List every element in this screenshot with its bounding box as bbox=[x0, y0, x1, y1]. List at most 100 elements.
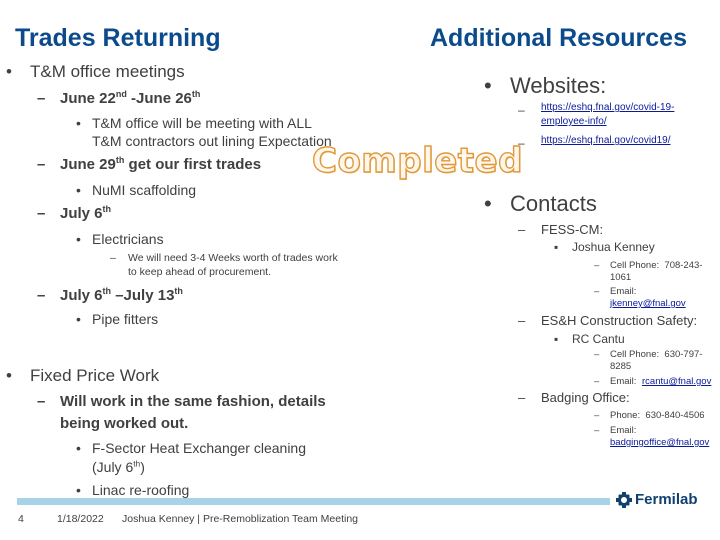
text: June 29 bbox=[60, 156, 116, 173]
footer-date: 1/18/2022 bbox=[57, 513, 104, 525]
fixed-price-line1: Will work in the same fashion, details bbox=[60, 393, 326, 410]
fermilab-logo: Fermilab bbox=[616, 491, 698, 508]
dash-icon: – bbox=[594, 286, 600, 297]
electricians-note-line2: to keep ahead of procurement. bbox=[128, 266, 272, 278]
meeting-note-line1: T&M office will be meeting with ALL bbox=[92, 115, 312, 131]
electricians: Electricians bbox=[92, 231, 164, 247]
joshua-kenney: Joshua Kenney bbox=[572, 240, 655, 254]
link-text[interactable]: https://eshq.fnal.gov/covid19/ bbox=[541, 135, 671, 146]
text: July 6 bbox=[60, 205, 103, 222]
dash-icon: – bbox=[37, 287, 46, 304]
date-july-6-13: July 6th –July 13th bbox=[60, 286, 183, 305]
fess-cm-label: FESS-CM: bbox=[541, 222, 604, 237]
meeting-note-line2: T&M contractors out lining Expectation bbox=[92, 133, 332, 149]
dash-icon: – bbox=[594, 425, 600, 436]
bullet-icon: ▪ bbox=[554, 240, 559, 254]
dash-icon: – bbox=[518, 390, 526, 405]
badging-office-label: Badging Office: bbox=[541, 390, 630, 405]
bullet-icon: • bbox=[484, 73, 492, 98]
dash-icon: – bbox=[37, 393, 46, 410]
cantu-email-label: Email: bbox=[610, 376, 637, 387]
badging-phone: Phone: 630-840-4506 bbox=[610, 410, 705, 421]
bullet-icon: • bbox=[76, 115, 81, 131]
dash-icon: – bbox=[594, 410, 600, 421]
cantu-phone-line2: 8285 bbox=[610, 361, 632, 372]
cantu-email-link[interactable]: rcantu@fnal.gov bbox=[642, 376, 711, 387]
fixed-price-line2: being worked out. bbox=[60, 415, 189, 432]
text: Cell Phone: bbox=[610, 349, 660, 360]
bullet-icon: • bbox=[6, 366, 12, 385]
fermilab-logo-icon bbox=[616, 491, 632, 508]
dash-icon: – bbox=[37, 90, 46, 107]
dash-icon: – bbox=[37, 156, 46, 173]
electricians-note-line1: We will need 3-4 Weeks worth of trades w… bbox=[128, 252, 338, 264]
date-june-29: June 29th get our first trades bbox=[60, 156, 262, 174]
left-title: Trades Returning bbox=[15, 24, 221, 52]
linac-reroofing: Linac re-roofing bbox=[92, 482, 190, 498]
badging-email-link[interactable]: badgingoffice@fnal.gov bbox=[610, 437, 709, 448]
bullet-icon: • bbox=[76, 311, 81, 327]
dash-icon: – bbox=[594, 376, 600, 387]
bullet-icon: • bbox=[76, 231, 81, 247]
sup: nd bbox=[115, 89, 127, 99]
dash-icon: – bbox=[594, 260, 600, 271]
text: 708-243- bbox=[664, 260, 703, 271]
kenney-email-label: Email: bbox=[610, 286, 637, 297]
sup: th bbox=[191, 89, 201, 99]
sup: th bbox=[102, 286, 112, 296]
websites-label: Websites: bbox=[510, 73, 607, 98]
fixed-price-work: Fixed Price Work bbox=[30, 366, 160, 385]
footer-divider-bar bbox=[17, 498, 610, 505]
pipe-fitters: Pipe fitters bbox=[92, 311, 159, 327]
rc-cantu: RC Cantu bbox=[572, 332, 625, 346]
text: 630-840-4506 bbox=[645, 410, 705, 421]
cantu-phone-line1: Cell Phone: 630-797- bbox=[610, 349, 702, 360]
esh-construction-safety-label: ES&H Construction Safety: bbox=[541, 313, 698, 328]
link-text[interactable]: https://eshq.fnal.gov/covid-19- bbox=[541, 102, 674, 113]
date-july-6: July 6th bbox=[60, 204, 112, 223]
text: (July 6 bbox=[92, 459, 134, 475]
text: ) bbox=[140, 459, 145, 475]
text: get our first trades bbox=[124, 156, 262, 173]
dash-icon: – bbox=[37, 205, 46, 222]
date-june-22-26: June 22nd -June 26th bbox=[60, 89, 201, 108]
kenney-email-link[interactable]: jkenney@fnal.gov bbox=[610, 298, 686, 309]
f-sector-line2: (July 6th) bbox=[92, 459, 145, 475]
text: 630-797- bbox=[664, 349, 703, 360]
bullet-icon: • bbox=[76, 182, 81, 198]
dash-icon: – bbox=[518, 103, 525, 117]
covid19-link[interactable]: https://eshq.fnal.gov/covid19/ bbox=[541, 135, 671, 146]
right-title: Additional Resources bbox=[430, 24, 687, 52]
covid-employee-info-link-cont[interactable]: employee-info/ bbox=[541, 116, 607, 127]
footer-text: Joshua Kenney | Pre-Remoblization Team M… bbox=[122, 513, 358, 525]
bullet-icon: • bbox=[6, 62, 12, 81]
fermilab-logo-text: Fermilab bbox=[635, 491, 698, 508]
badging-email-label: Email: bbox=[610, 425, 637, 436]
dash-icon: – bbox=[110, 252, 116, 264]
tm-office-meetings: T&M office meetings bbox=[30, 62, 185, 81]
text: –July 13 bbox=[111, 287, 175, 304]
bullet-icon: • bbox=[484, 191, 492, 216]
text: Cell Phone: bbox=[610, 260, 660, 271]
page-number: 4 bbox=[18, 513, 24, 525]
text: July 6 bbox=[60, 287, 103, 304]
dash-icon: – bbox=[594, 349, 600, 360]
kenney-phone-line1: Cell Phone: 708-243- bbox=[610, 260, 702, 271]
completed-stamp: Completed bbox=[311, 140, 523, 181]
kenney-phone-line2: 1061 bbox=[610, 272, 632, 283]
bullet-icon: ▪ bbox=[554, 332, 559, 346]
text: June 22 bbox=[60, 90, 116, 107]
bullet-icon: • bbox=[76, 440, 81, 456]
sup: th bbox=[174, 286, 183, 296]
dash-icon: – bbox=[518, 313, 526, 328]
dash-icon: – bbox=[518, 136, 525, 150]
contacts-label: Contacts bbox=[510, 191, 597, 216]
bullet-icon: • bbox=[76, 482, 81, 498]
text: -June 26 bbox=[126, 90, 192, 107]
f-sector-line1: F-Sector Heat Exchanger cleaning bbox=[92, 440, 306, 456]
covid-employee-info-link[interactable]: https://eshq.fnal.gov/covid-19- bbox=[541, 102, 674, 113]
sup: th bbox=[102, 204, 112, 214]
link-text[interactable]: employee-info/ bbox=[541, 116, 607, 127]
dash-icon: – bbox=[518, 222, 526, 237]
text: Phone: bbox=[610, 410, 641, 421]
